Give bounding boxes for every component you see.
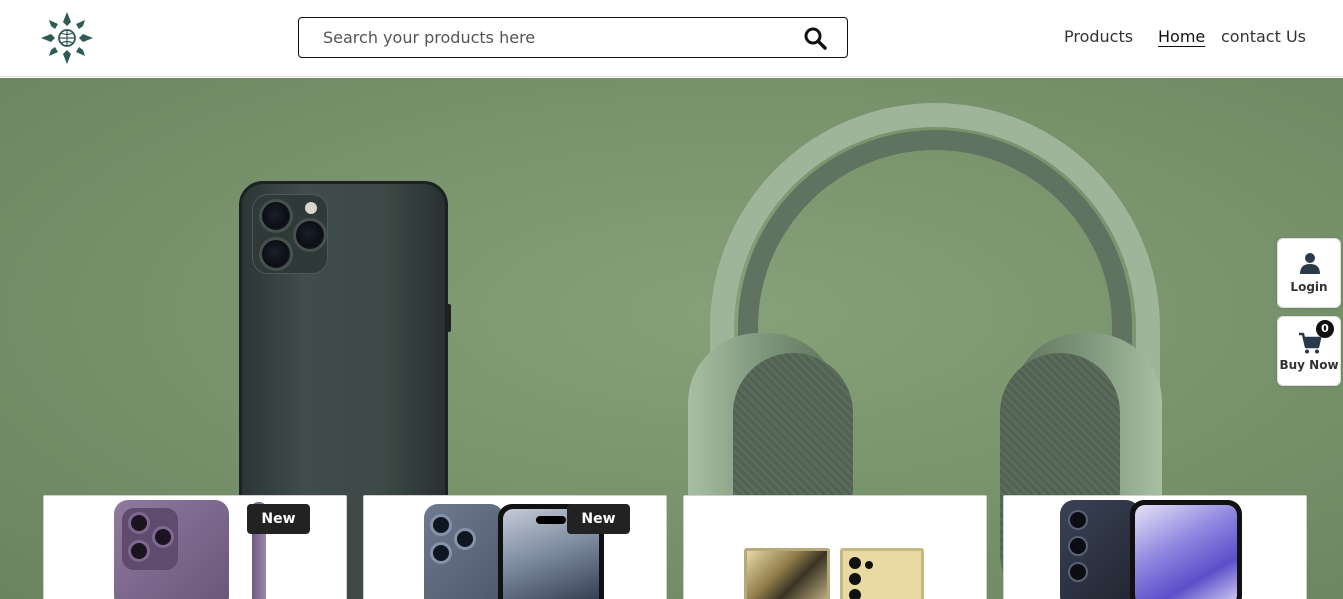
- user-icon: [1300, 253, 1320, 274]
- nav-link-home[interactable]: Home: [1158, 27, 1205, 46]
- search-input[interactable]: [323, 18, 783, 56]
- product-card[interactable]: [1003, 495, 1307, 599]
- new-badge: New: [247, 504, 310, 534]
- search-icon[interactable]: [803, 26, 827, 50]
- navbar: Products Home contact Us: [0, 0, 1343, 77]
- product-card[interactable]: New: [363, 495, 667, 599]
- buy-now-button[interactable]: 0 Buy Now: [1277, 316, 1341, 386]
- login-button[interactable]: Login: [1277, 238, 1341, 308]
- product-image: [424, 504, 504, 599]
- product-image: [744, 548, 830, 599]
- search-bar: [298, 17, 848, 58]
- product-card[interactable]: New: [43, 495, 347, 599]
- product-image-back: [840, 548, 924, 599]
- nav-link-products[interactable]: Products: [1064, 27, 1133, 46]
- cart-count-badge: 0: [1316, 320, 1334, 338]
- product-card[interactable]: [683, 495, 987, 599]
- product-image: [1060, 500, 1140, 599]
- buy-now-label: Buy Now: [1279, 358, 1339, 372]
- nav-link-contact[interactable]: contact Us: [1221, 27, 1306, 46]
- product-image-front: [1130, 500, 1242, 599]
- new-badge: New: [567, 504, 630, 534]
- compass-star-logo-icon[interactable]: [41, 12, 93, 64]
- login-label: Login: [1290, 280, 1328, 294]
- product-image: [114, 500, 229, 599]
- camera-module: [252, 194, 328, 274]
